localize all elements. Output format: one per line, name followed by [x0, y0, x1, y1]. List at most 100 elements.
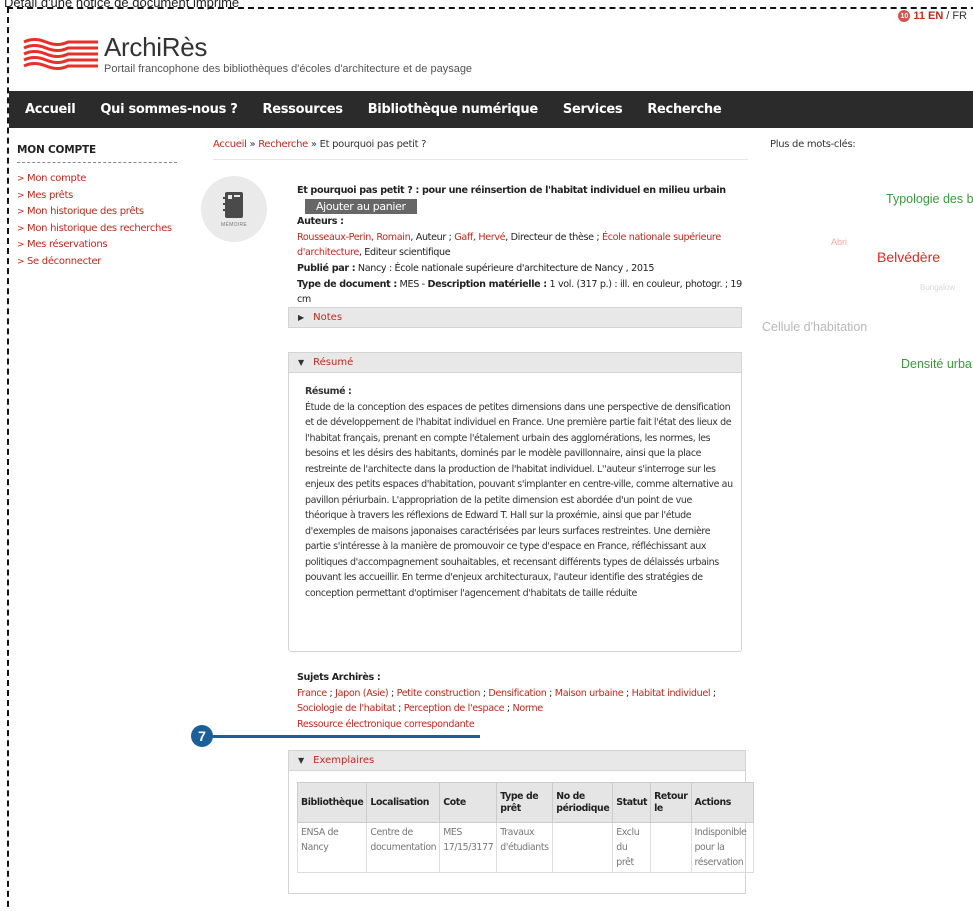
- notes-panel-toggle[interactable]: ▶ Notes: [288, 307, 742, 328]
- col-header: Bibliothèque: [296, 782, 368, 823]
- table-header-row: Bibliothèque Localisation Cote Type de p…: [296, 782, 754, 823]
- sidebar-item-reservations[interactable]: > Mes réservations: [17, 237, 177, 254]
- col-header: No de périodique: [552, 782, 614, 823]
- subjects-heading: Sujets Archirès :: [297, 672, 381, 683]
- sidebar-title: MON COMPTE: [17, 144, 177, 163]
- subject-link[interactable]: Perception de l'espace: [404, 703, 505, 714]
- nav-bibliotheque-numerique[interactable]: Bibliothèque numérique: [368, 102, 539, 117]
- sidebar-item-deconnecter[interactable]: > Se déconnecter: [17, 254, 177, 271]
- table-cell: Indisponible pour la réservation: [690, 822, 754, 873]
- table-row: ENSA de Nancy Centre de documentation ME…: [296, 822, 754, 873]
- site-tagline: Portail francophone des bibliothèques d'…: [104, 63, 473, 75]
- resume-text: Étude de la conception des espaces de pe…: [305, 401, 733, 599]
- subject-link[interactable]: Norme: [513, 703, 544, 714]
- record-title: Et pourquoi pas petit ? : pour une réins…: [297, 185, 726, 196]
- chevron-right-icon: >: [17, 240, 25, 250]
- col-header: Retour le: [650, 782, 692, 823]
- subject-link[interactable]: Petite construction: [397, 688, 481, 699]
- author-link[interactable]: Rousseaux-Perin, Romain: [297, 232, 411, 243]
- table-cell: Travaux d'étudiants: [496, 822, 554, 873]
- nav-services[interactable]: Services: [563, 102, 623, 117]
- table-cell: [552, 822, 614, 873]
- publisher-line: Publié par : Nancy : École nationale sup…: [297, 262, 655, 274]
- archires-logo-icon: [23, 38, 98, 70]
- lang-fr-link[interactable]: FR: [952, 10, 967, 22]
- account-sidebar: MON COMPTE > Mon compte > Mes prêts > Mon h…: [17, 144, 177, 270]
- chevron-right-icon: >: [17, 223, 25, 234]
- record-notice: Et pourquoi pas petit ? : pour une réins…: [297, 183, 743, 308]
- authors-list: Rousseaux-Perin, Romain, Auteur ; Gaff, …: [297, 231, 721, 259]
- doc-type-label: MÉMOIRE: [221, 221, 247, 228]
- chevron-right-icon: >: [17, 190, 25, 201]
- col-header: Cote: [439, 782, 498, 823]
- caret-down-icon: ▼: [298, 358, 305, 367]
- table-cell: [650, 822, 692, 873]
- col-header: Localisation: [366, 782, 441, 823]
- subject-link[interactable]: Sociologie de l'habitat: [297, 703, 396, 714]
- lang-separator: /: [946, 10, 950, 22]
- subjects-block: Sujets Archirès : France ; Japon (Asie) …: [297, 670, 737, 732]
- subject-link[interactable]: Habitat individuel: [632, 688, 711, 699]
- breadcrumb-current: Et pourquoi pas petit ?: [319, 139, 427, 150]
- chevron-right-icon: >: [17, 256, 25, 267]
- exemplaires-table: Bibliothèque Localisation Cote Type de p…: [296, 782, 754, 873]
- sidebar-item-mon-compte[interactable]: > Mon compte: [17, 171, 177, 188]
- nav-ressources[interactable]: Ressources: [263, 102, 343, 117]
- table-cell: ENSA de Nancy: [296, 822, 368, 873]
- resume-heading: Résumé :: [305, 386, 352, 397]
- col-header: Statut: [612, 782, 652, 823]
- subjects-list: France ; Japon (Asie) ; Petite construct…: [297, 687, 716, 715]
- table-cell: Exclu du prêt: [612, 822, 652, 873]
- keyword-link[interactable]: Densité urba: [901, 357, 972, 371]
- notebook-icon: [223, 191, 243, 218]
- exemplaires-panel-label: Exemplaires: [313, 755, 375, 766]
- nav-accueil[interactable]: Accueil: [25, 102, 76, 117]
- breadcrumb: Accueil » Recherche » Et pourquoi pas pe…: [213, 139, 748, 160]
- callout-number: 7: [191, 725, 213, 747]
- sidebar-item-historique-prets[interactable]: > Mon historique des prêts: [17, 204, 177, 221]
- breadcrumb-search[interactable]: Recherche: [258, 139, 308, 150]
- keywords-heading: Plus de mots-clés:: [770, 139, 856, 150]
- language-switcher: 10 11 EN / FR: [898, 10, 967, 22]
- doctype-line: Type de document : MES - Description mat…: [297, 278, 742, 306]
- caret-down-icon: ▼: [298, 756, 305, 765]
- authors-label: Auteurs :: [297, 216, 344, 228]
- author-link[interactable]: Gaff, Hervé: [454, 232, 505, 243]
- lang-en-link[interactable]: EN: [928, 10, 943, 22]
- keyword-link[interactable]: Typologie des b: [886, 192, 973, 206]
- subject-link[interactable]: France: [297, 688, 327, 699]
- resume-panel-label: Résumé: [313, 357, 354, 368]
- chevron-right-icon: >: [17, 207, 25, 217]
- doc-type-badge: MÉMOIRE: [201, 176, 267, 242]
- resume-body: Résumé : Étude de la conception des espa…: [305, 384, 735, 601]
- subject-link[interactable]: Japon (Asie): [335, 688, 389, 699]
- chevron-right-icon: >: [17, 174, 25, 184]
- notes-panel-label: Notes: [313, 312, 343, 323]
- col-header: Actions: [690, 782, 754, 823]
- nav-recherche[interactable]: Recherche: [647, 102, 721, 117]
- callout-line: [212, 735, 480, 738]
- table-cell: Centre de documentation: [366, 822, 441, 873]
- keyword-link[interactable]: Abri: [831, 237, 847, 247]
- keyword-link[interactable]: Belvédère: [877, 249, 940, 265]
- col-header: Type de prêt: [496, 782, 554, 823]
- notification-badge[interactable]: 10: [898, 10, 911, 22]
- archires-logo[interactable]: ArchiRès Portail francophone des bibliot…: [22, 32, 473, 75]
- nav-qui-sommes-nous[interactable]: Qui sommes-nous ?: [100, 102, 237, 117]
- add-to-cart-button[interactable]: Ajouter au panier: [305, 198, 417, 214]
- caret-right-icon: ▶: [298, 313, 305, 322]
- table-cell: MES 17/15/3177: [439, 822, 498, 873]
- keyword-link[interactable]: Bungalow: [920, 283, 955, 292]
- breadcrumb-home[interactable]: Accueil: [213, 139, 247, 150]
- subject-link[interactable]: Densification: [488, 688, 546, 699]
- electronic-resource-link[interactable]: Ressource électronique correspondante: [297, 717, 737, 733]
- notification-count[interactable]: 11: [913, 10, 925, 22]
- sidebar-item-historique-recherches[interactable]: > Mon historique des recherches: [17, 221, 177, 238]
- subject-link[interactable]: Maison urbaine: [555, 688, 624, 699]
- site-name: ArchiRès: [104, 32, 208, 62]
- main-nav: Accueil Qui sommes-nous ? Ressources Bib…: [9, 91, 973, 128]
- keyword-link[interactable]: Cellule d'habitation: [762, 320, 867, 334]
- exemplaires-panel-toggle[interactable]: ▼ Exemplaires: [288, 750, 746, 771]
- sidebar-item-mes-prets[interactable]: > Mes prêts: [17, 188, 177, 205]
- resume-panel-toggle[interactable]: ▼ Résumé: [288, 352, 742, 373]
